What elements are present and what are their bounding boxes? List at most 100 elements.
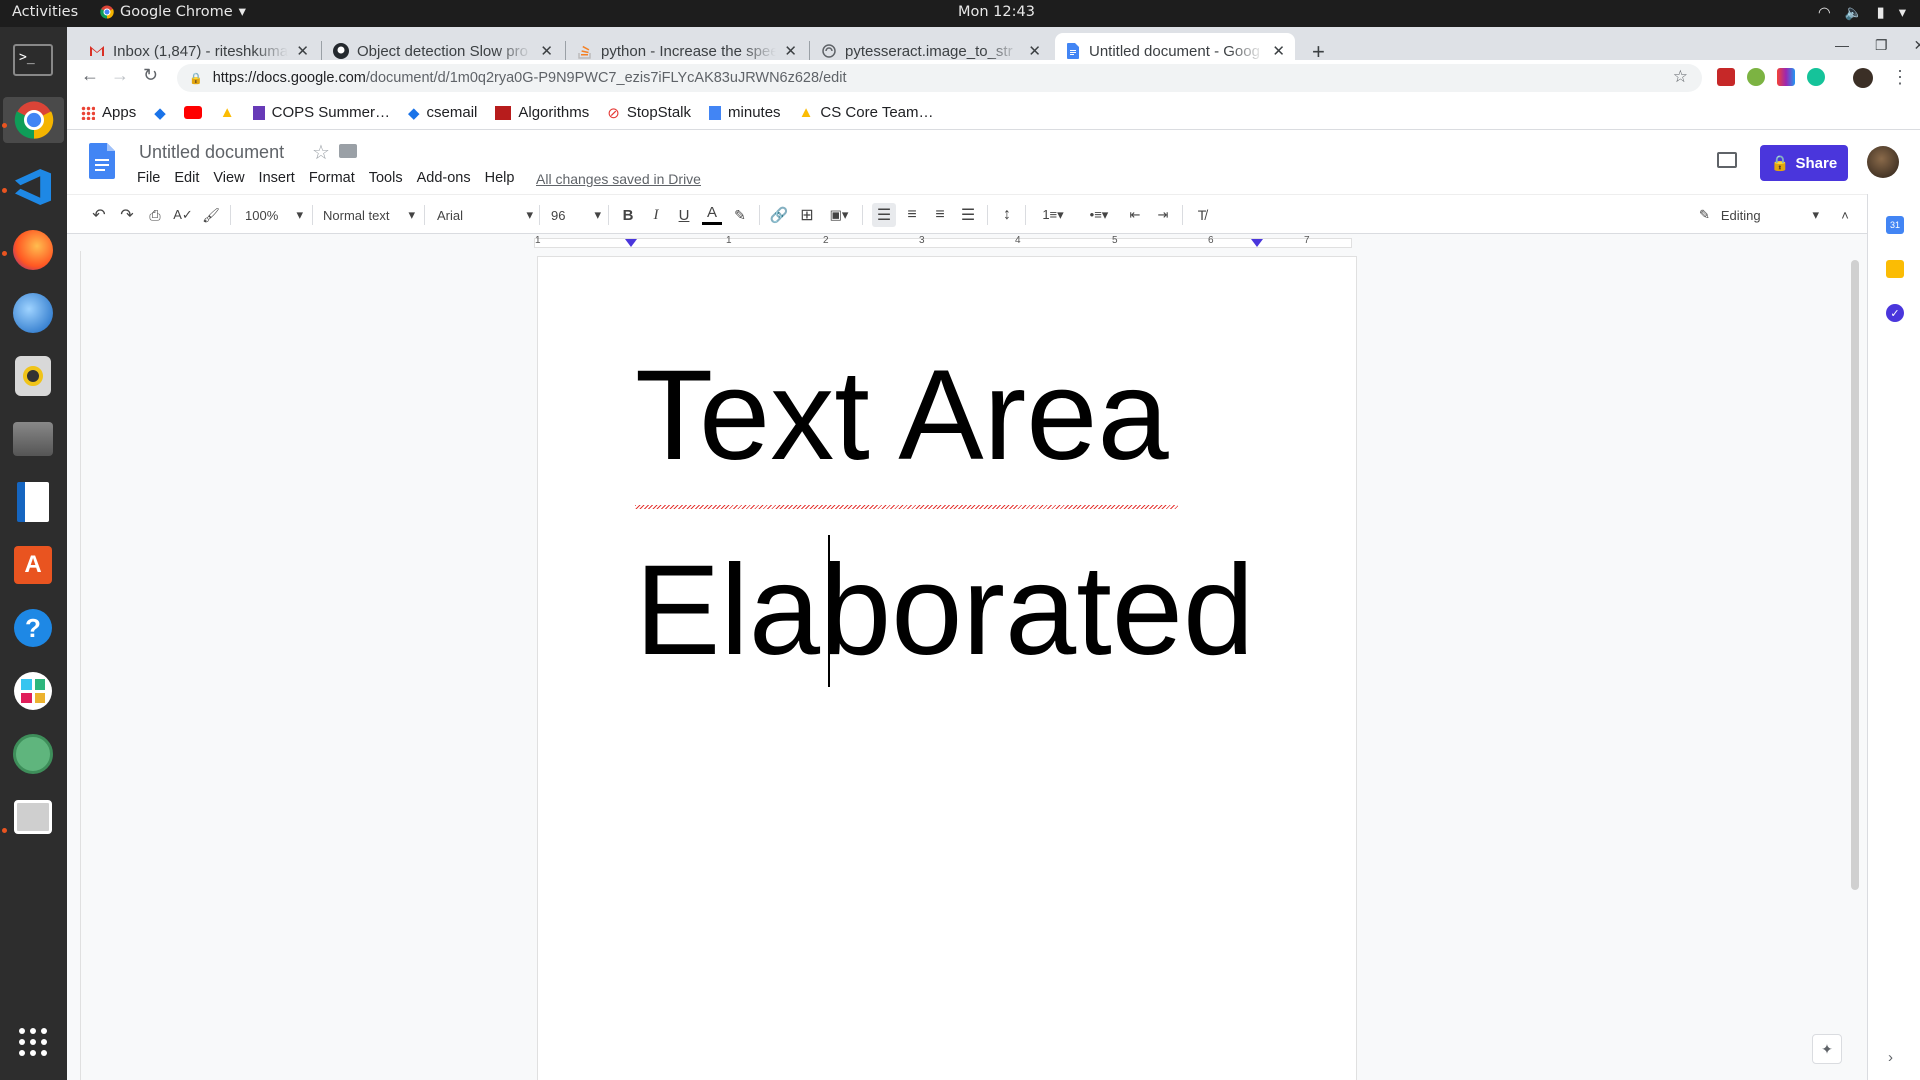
reload-icon[interactable]: ↻	[143, 65, 158, 86]
image-viewer-icon[interactable]	[10, 794, 56, 840]
terminal-icon[interactable]: >_	[10, 37, 56, 83]
rhythmbox-icon[interactable]	[10, 353, 56, 399]
bulleted-list-icon[interactable]: •≡▾	[1081, 203, 1117, 227]
minimize-icon[interactable]: —	[1835, 37, 1849, 54]
kebab-menu-icon[interactable]: ⋮	[1891, 68, 1909, 88]
document-page[interactable]: Text Area Elaborated	[538, 257, 1356, 1080]
spellcheck-icon[interactable]: A✓	[173, 203, 193, 227]
thunderbird-icon[interactable]	[10, 290, 56, 336]
paint-format-icon[interactable]: 🖌	[201, 203, 221, 227]
profile-avatar[interactable]	[1853, 68, 1873, 88]
explore-icon[interactable]: ✦	[1812, 1034, 1842, 1064]
grammarly-icon[interactable]	[1807, 68, 1825, 86]
body-line-1[interactable]: Text Area	[635, 352, 1169, 480]
chevron-up-icon[interactable]: ˄	[1835, 203, 1855, 227]
calendar-icon[interactable]: 31	[1886, 216, 1904, 234]
bookmark-cops[interactable]: COPS Summer…	[252, 104, 390, 121]
keep-icon[interactable]	[1886, 260, 1904, 278]
left-indent-marker[interactable]	[625, 239, 637, 247]
bookmark-youtube[interactable]	[183, 106, 202, 119]
vertical-scrollbar[interactable]	[1851, 260, 1859, 890]
bold-icon[interactable]: B	[618, 203, 638, 227]
justify-icon[interactable]: ☰	[958, 203, 978, 227]
menu-insert[interactable]: Insert	[259, 170, 295, 186]
firefox-icon[interactable]	[10, 227, 56, 273]
account-avatar[interactable]	[1867, 146, 1899, 178]
align-center-icon[interactable]: ≡	[902, 203, 922, 227]
redo-icon[interactable]: ↷	[117, 203, 137, 227]
close-icon[interactable]: ✕	[540, 42, 553, 60]
font-select[interactable]: Arial ▾	[437, 203, 533, 227]
line-spacing-icon[interactable]: ↕	[997, 203, 1017, 227]
bookmark-cs-core[interactable]: ▲ CS Core Team…	[799, 104, 934, 121]
chrome-dock-icon[interactable]	[3, 97, 64, 143]
document-title[interactable]: Untitled document	[139, 142, 284, 163]
bookmark-drive[interactable]: ▲	[220, 104, 235, 121]
app-menu[interactable]: Google Chrome ▾	[100, 4, 246, 20]
tasks-icon[interactable]: ✓	[1886, 304, 1904, 322]
writer-icon[interactable]	[10, 479, 56, 525]
clear-formatting-icon[interactable]: T̸	[1192, 203, 1212, 227]
close-icon[interactable]: ✕	[1272, 42, 1285, 60]
bookmark-algorithms[interactable]: Algorithms	[495, 104, 589, 121]
atom-icon[interactable]	[10, 731, 56, 777]
editing-mode-select[interactable]: ✎ Editing ▾	[1699, 203, 1819, 227]
system-tray[interactable]: ◠ 🔈 ▮ ▾	[1818, 4, 1906, 22]
align-right-icon[interactable]: ≡	[930, 203, 950, 227]
zoom-select[interactable]: 100% ▾	[245, 203, 303, 227]
text-color-icon[interactable]: A	[702, 203, 722, 225]
bookmark-csemail[interactable]: ◆ csemail	[408, 104, 477, 122]
menu-edit[interactable]: Edit	[174, 170, 199, 186]
print-icon[interactable]: ⎙	[145, 203, 165, 227]
omnibox[interactable]: 🔒 https://docs.google.com/document/d/1m0…	[177, 64, 1702, 92]
help-icon[interactable]: ?	[10, 605, 56, 651]
bookmark-minutes[interactable]: minutes	[709, 104, 781, 121]
activities-button[interactable]: Activities	[12, 4, 78, 20]
underline-icon[interactable]: U	[674, 203, 694, 227]
back-icon[interactable]: ←	[81, 65, 99, 86]
decrease-indent-icon[interactable]: ⇤	[1125, 203, 1145, 227]
bookmark-stopstalk[interactable]: ⊘ StopStalk	[607, 104, 691, 122]
close-icon[interactable]: ✕	[296, 42, 309, 60]
style-select[interactable]: Normal text ▾	[323, 203, 415, 227]
close-icon[interactable]: ✕	[1028, 42, 1041, 60]
menu-format[interactable]: Format	[309, 170, 355, 186]
docs-logo-icon[interactable]	[89, 143, 115, 182]
extension-icon[interactable]	[1717, 68, 1735, 86]
menu-tools[interactable]: Tools	[369, 170, 403, 186]
software-center-icon[interactable]: A	[10, 542, 56, 588]
image-icon[interactable]: ▣▾	[824, 203, 854, 227]
slack-icon[interactable]	[10, 668, 56, 714]
save-status[interactable]: All changes saved in Drive	[536, 171, 701, 187]
right-indent-marker[interactable]	[1251, 239, 1263, 247]
align-left-icon[interactable]: ☰	[872, 203, 896, 227]
bookmark-apps[interactable]: Apps	[81, 104, 136, 121]
share-button[interactable]: 🔒 Share	[1760, 145, 1848, 181]
increase-indent-icon[interactable]: ⇥	[1153, 203, 1173, 227]
link-icon[interactable]: 🔗	[769, 203, 789, 227]
star-icon[interactable]: ☆	[1673, 67, 1688, 87]
bookmark-diamond[interactable]: ◆	[154, 104, 166, 122]
menu-addons[interactable]: Add-ons	[417, 170, 471, 186]
maximize-icon[interactable]: ❐	[1875, 37, 1888, 54]
close-icon[interactable]: ✕	[784, 42, 797, 60]
show-applications-icon[interactable]	[10, 1019, 56, 1065]
star-icon[interactable]: ☆	[312, 140, 330, 165]
folder-icon[interactable]	[339, 144, 357, 158]
files-icon[interactable]	[10, 416, 56, 462]
body-line-2[interactable]: Elaborated	[635, 547, 1254, 675]
undo-icon[interactable]: ↶	[89, 203, 109, 227]
clock[interactable]: Mon 12:43	[958, 4, 1035, 20]
italic-icon[interactable]: I	[646, 203, 666, 227]
extension-icon[interactable]	[1747, 68, 1765, 86]
numbered-list-icon[interactable]: 1≡▾	[1035, 203, 1071, 227]
vertical-ruler[interactable]	[67, 251, 81, 1080]
font-size-select[interactable]: 96 ▾	[551, 203, 601, 227]
forward-icon[interactable]: →	[111, 65, 129, 86]
close-window-icon[interactable]: ✕	[1914, 37, 1920, 54]
menu-help[interactable]: Help	[485, 170, 515, 186]
chevron-right-icon[interactable]: ›	[1888, 1049, 1893, 1066]
menu-file[interactable]: File	[137, 170, 160, 186]
comment-add-icon[interactable]: ⊞	[797, 203, 817, 227]
extension-icon[interactable]	[1777, 68, 1795, 86]
